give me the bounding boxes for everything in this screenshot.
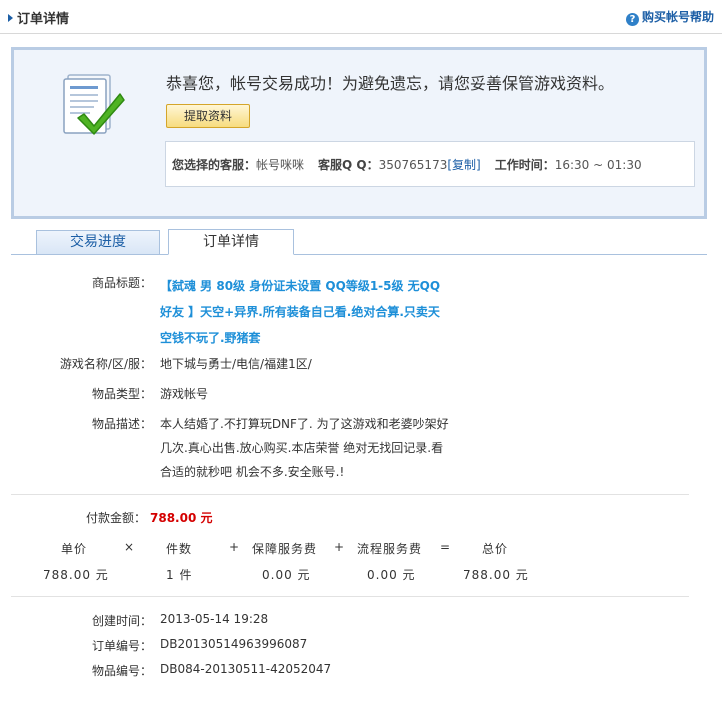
help-link[interactable]: ? 购买帐号帮助 bbox=[625, 8, 714, 26]
desc-value: 本人结婚了.不打算玩DNF了. 为了这游戏和老婆吵架好几次.真心出售.放心购买.… bbox=[160, 417, 449, 479]
hours-label: 工作时间： bbox=[494, 158, 555, 172]
divider bbox=[11, 494, 689, 495]
price-header-plus-2: + bbox=[334, 540, 346, 554]
item-no-label: 物品编号： bbox=[91, 664, 152, 678]
copy-qq-link[interactable]: [复制] bbox=[447, 158, 480, 172]
amount-value: 788.00 元 bbox=[150, 511, 213, 525]
hours-value: 16:30 ~ 01:30 bbox=[554, 158, 642, 172]
success-panel: 恭喜您，帐号交易成功！为避免遗忘，请您妥善保管游戏资料。 提取资料 您选择的客服… bbox=[11, 47, 707, 219]
type-value: 游戏帐号 bbox=[160, 387, 209, 401]
price-header-qty: 件数 bbox=[166, 542, 193, 556]
agent-label: 您选择的客服： bbox=[172, 158, 257, 172]
created-label: 创建时间： bbox=[91, 614, 152, 628]
price-header-plus-1: + bbox=[229, 540, 241, 554]
qq-label: 客服Q Q： bbox=[318, 158, 379, 172]
product-title-link[interactable]: 【弑魂 男 80级 身份证未设置 QQ等级1-5级 无QQ好友 】天空+异界.所… bbox=[160, 273, 450, 351]
service-info-row: 您选择的客服：帐号咪咪 客服Q Q：350765173[复制] 工作时间：16:30… bbox=[172, 156, 656, 173]
page-title-text: 订单详情 bbox=[17, 12, 70, 27]
server-label: 游戏名称/区/服： bbox=[59, 357, 152, 371]
price-total-value: 788.00 元 bbox=[463, 568, 529, 582]
title-label: 商品标题： bbox=[91, 276, 152, 290]
price-header-times: × bbox=[124, 540, 136, 554]
order-no-label: 订单编号： bbox=[91, 639, 152, 653]
order-no-value: DB20130514963996087 bbox=[160, 637, 308, 651]
help-link-text[interactable]: 购买帐号帮助 bbox=[642, 10, 714, 24]
price-guarantee-value: 0.00 元 bbox=[262, 568, 311, 582]
success-message: 恭喜您，帐号交易成功！为避免遗忘，请您妥善保管游戏资料。 bbox=[166, 74, 615, 93]
question-icon: ? bbox=[625, 13, 639, 26]
server-value: 地下城与勇士/电信/福建1区/ bbox=[160, 357, 312, 371]
amount-label: 付款金额： bbox=[85, 511, 146, 525]
price-header-equals: = bbox=[440, 540, 452, 554]
created-value: 2013-05-14 19:28 bbox=[160, 612, 269, 626]
fetch-data-button[interactable]: 提取资料 bbox=[166, 104, 250, 128]
price-header-guarantee-fee: 保障服务费 bbox=[252, 542, 318, 556]
price-header-unit: 单价 bbox=[61, 542, 88, 556]
qq-value: 350765173 bbox=[378, 158, 448, 172]
item-no-value: DB084-20130511-42052047 bbox=[160, 662, 332, 676]
agent-value: 帐号咪咪 bbox=[256, 158, 305, 172]
service-info-box: 您选择的客服：帐号咪咪 客服Q Q：350765173[复制] 工作时间：16:30… bbox=[165, 141, 695, 187]
tab-bar: 交易进度 订单详情 bbox=[11, 229, 707, 255]
top-bar: 订单详情 ? 购买帐号帮助 bbox=[0, 0, 722, 34]
price-header-process-fee: 流程服务费 bbox=[357, 542, 423, 556]
tab-order-details[interactable]: 订单详情 bbox=[168, 229, 294, 255]
price-process-value: 0.00 元 bbox=[367, 568, 416, 582]
tab-trade-progress[interactable]: 交易进度 bbox=[36, 230, 160, 254]
arrow-right-icon bbox=[8, 14, 13, 22]
price-qty-value: 1 件 bbox=[166, 568, 193, 582]
divider bbox=[11, 596, 689, 597]
price-header-total: 总价 bbox=[482, 542, 509, 556]
document-check-icon bbox=[63, 74, 125, 135]
price-unit-value: 788.00 元 bbox=[43, 568, 109, 582]
type-label: 物品类型： bbox=[91, 387, 152, 401]
page-title: 订单详情 bbox=[8, 8, 69, 27]
desc-label: 物品描述： bbox=[91, 417, 152, 431]
tab-bar-line bbox=[11, 254, 707, 255]
top-divider bbox=[0, 33, 722, 34]
